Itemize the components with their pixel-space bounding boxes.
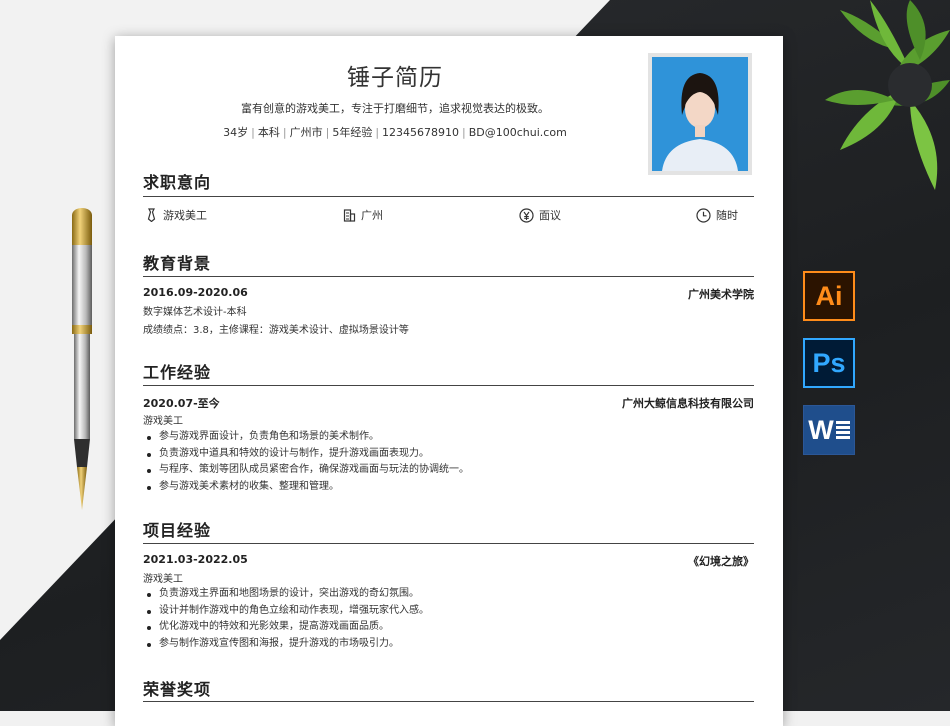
section-divider <box>143 701 754 702</box>
list-item: 负责游戏中道具和特效的设计与制作，提升游戏画面表现力。 <box>143 446 469 463</box>
section-title-honors: 荣誉奖项 <box>143 680 212 699</box>
section-title-intent: 求职意向 <box>143 173 212 192</box>
intent-salary-label: 面议 <box>539 209 561 222</box>
section-title-work: 工作经验 <box>143 363 212 382</box>
info-experience: 5年经验 <box>332 126 373 139</box>
education-details: 成绩绩点：3.8，主修课程：游戏美术设计、虚拟场景设计等 <box>143 325 409 336</box>
list-item: 优化游戏中的特效和光影效果，提高游戏画面品质。 <box>143 619 429 636</box>
education-school: 广州美术学院 <box>688 288 754 301</box>
info-city: 广州市 <box>289 126 323 139</box>
list-item: 参与制作游戏宣传图和海报，提升游戏的市场吸引力。 <box>143 636 429 653</box>
personal-info: 34岁 | 本科 | 广州市 | 5年经验 | 12345678910 | BD@100chui.c… <box>223 126 567 139</box>
intent-position: 游戏美工 <box>145 207 207 223</box>
tie-icon <box>147 208 156 222</box>
app-icons: Ai Ps W <box>803 271 857 472</box>
work-role: 游戏美工 <box>143 416 183 427</box>
fountain-pen <box>72 208 92 510</box>
photoshop-icon: Ps <box>803 338 855 388</box>
education-period: 2016.09-2020.06 <box>143 286 248 299</box>
project-period: 2021.03-2022.05 <box>143 553 248 566</box>
plant-decoration <box>825 0 950 190</box>
info-degree: 本科 <box>257 126 280 139</box>
project-name: 《幻境之旅》 <box>688 555 754 568</box>
intent-city: 广州 <box>343 207 383 223</box>
resume-paper: 锤子简历 富有创意的游戏美工，专注于打磨细节，追求视觉表达的极致。 34岁 | 本科… <box>115 36 783 726</box>
intent-availability: 随时 <box>696 207 738 223</box>
info-email: BD@100chui.com <box>468 126 567 139</box>
list-item: 负责游戏主界面和地图场景的设计，突出游戏的奇幻氛围。 <box>143 586 429 603</box>
project-role: 游戏美工 <box>143 574 183 585</box>
section-title-education: 教育背景 <box>143 254 212 273</box>
word-icon: W <box>803 405 855 455</box>
education-major: 数字媒体艺术设计-本科 <box>143 307 247 318</box>
profile-photo <box>648 53 752 175</box>
resume-name: 锤子简历 <box>347 65 443 91</box>
work-company: 广州大鲸信息科技有限公司 <box>622 397 754 410</box>
info-age: 34岁 <box>223 126 249 139</box>
section-divider <box>143 385 754 386</box>
list-item: 设计并制作游戏中的角色立绘和动作表现，增强玩家代入感。 <box>143 603 429 620</box>
word-letter: W <box>808 414 834 445</box>
intent-city-label: 广州 <box>361 209 383 222</box>
list-item: 参与游戏美术素材的收集、整理和管理。 <box>143 479 469 496</box>
intent-availability-label: 随时 <box>716 209 738 222</box>
list-item: 与程序、策划等团队成员紧密合作，确保游戏画面与玩法的协调统一。 <box>143 462 469 479</box>
intent-row: 游戏美工 广州 面议 随时 <box>143 207 754 227</box>
intent-salary: 面议 <box>519 207 561 223</box>
section-title-projects: 项目经验 <box>143 521 212 540</box>
illustrator-icon: Ai <box>803 271 855 321</box>
building-icon <box>343 209 356 222</box>
work-duties: 参与游戏界面设计，负责角色和场景的美术制作。 负责游戏中道具和特效的设计与制作，… <box>143 429 469 495</box>
intent-position-label: 游戏美工 <box>163 209 207 222</box>
section-divider <box>143 276 754 277</box>
resume-tagline: 富有创意的游戏美工，专注于打磨细节，追求视觉表达的极致。 <box>241 102 549 115</box>
work-period: 2020.07-至今 <box>143 397 220 410</box>
section-divider <box>143 543 754 544</box>
project-duties: 负责游戏主界面和地图场景的设计，突出游戏的奇幻氛围。 设计并制作游戏中的角色立绘… <box>143 586 429 652</box>
section-divider <box>143 196 754 197</box>
yen-icon <box>519 207 534 223</box>
info-phone: 12345678910 <box>382 126 460 139</box>
list-item: 参与游戏界面设计，负责角色和场景的美术制作。 <box>143 429 469 446</box>
clock-icon <box>696 207 711 223</box>
